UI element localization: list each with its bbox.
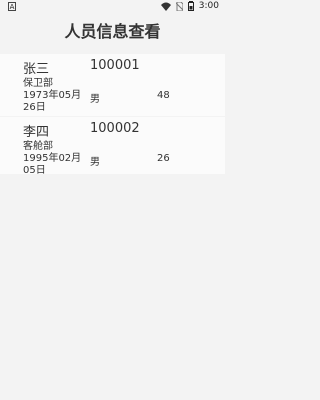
status-bar: A 3:00 [0,0,225,14]
person-gender: 男 [90,157,100,168]
person-age: 48 [157,90,170,101]
status-icons: 3:00 [160,1,219,11]
clock: 3:00 [198,1,219,11]
battery-icon [187,1,194,11]
person-card[interactable]: 张三 100001 保卫部 1973年05月26日 男 48 [0,54,225,116]
person-birthdate: 1995年02月05日 [23,153,82,176]
person-id: 100002 [90,121,140,136]
no-sim-icon [175,1,183,11]
person-department: 保卫部 [23,78,53,89]
person-birthdate: 1973年05月26日 [23,90,82,113]
person-id: 100001 [90,58,140,73]
wifi-icon [160,2,171,11]
person-gender: 男 [90,94,100,105]
person-department: 客舱部 [23,141,53,152]
app-notification-icon: A [8,2,16,11]
person-age: 26 [157,153,170,164]
page-title: 人员信息查看 [64,22,161,41]
person-card[interactable]: 李四 100002 客舱部 1995年02月05日 男 26 [0,117,225,176]
